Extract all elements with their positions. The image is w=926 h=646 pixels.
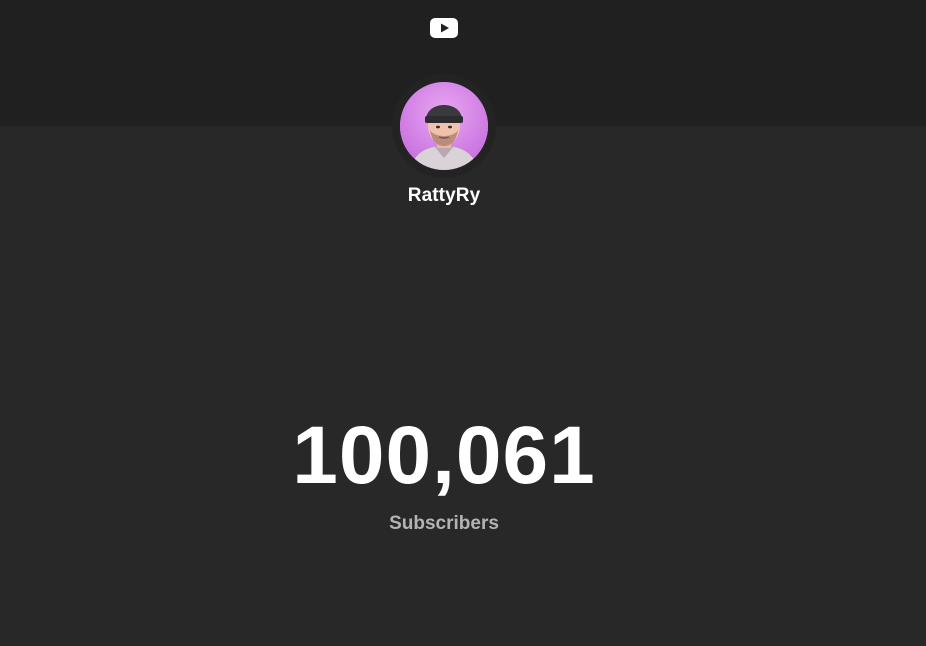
channel-avatar[interactable] <box>400 82 488 170</box>
subscriber-count: 100,061 <box>292 410 596 501</box>
youtube-logo-icon[interactable] <box>430 18 458 38</box>
subscriber-label: Subscribers <box>389 513 499 534</box>
avatar-portrait-icon <box>400 82 488 170</box>
live-subscriber-counter: RattyRy 100,061 Subscribers <box>0 0 926 646</box>
channel-name: RattyRy <box>407 185 481 206</box>
